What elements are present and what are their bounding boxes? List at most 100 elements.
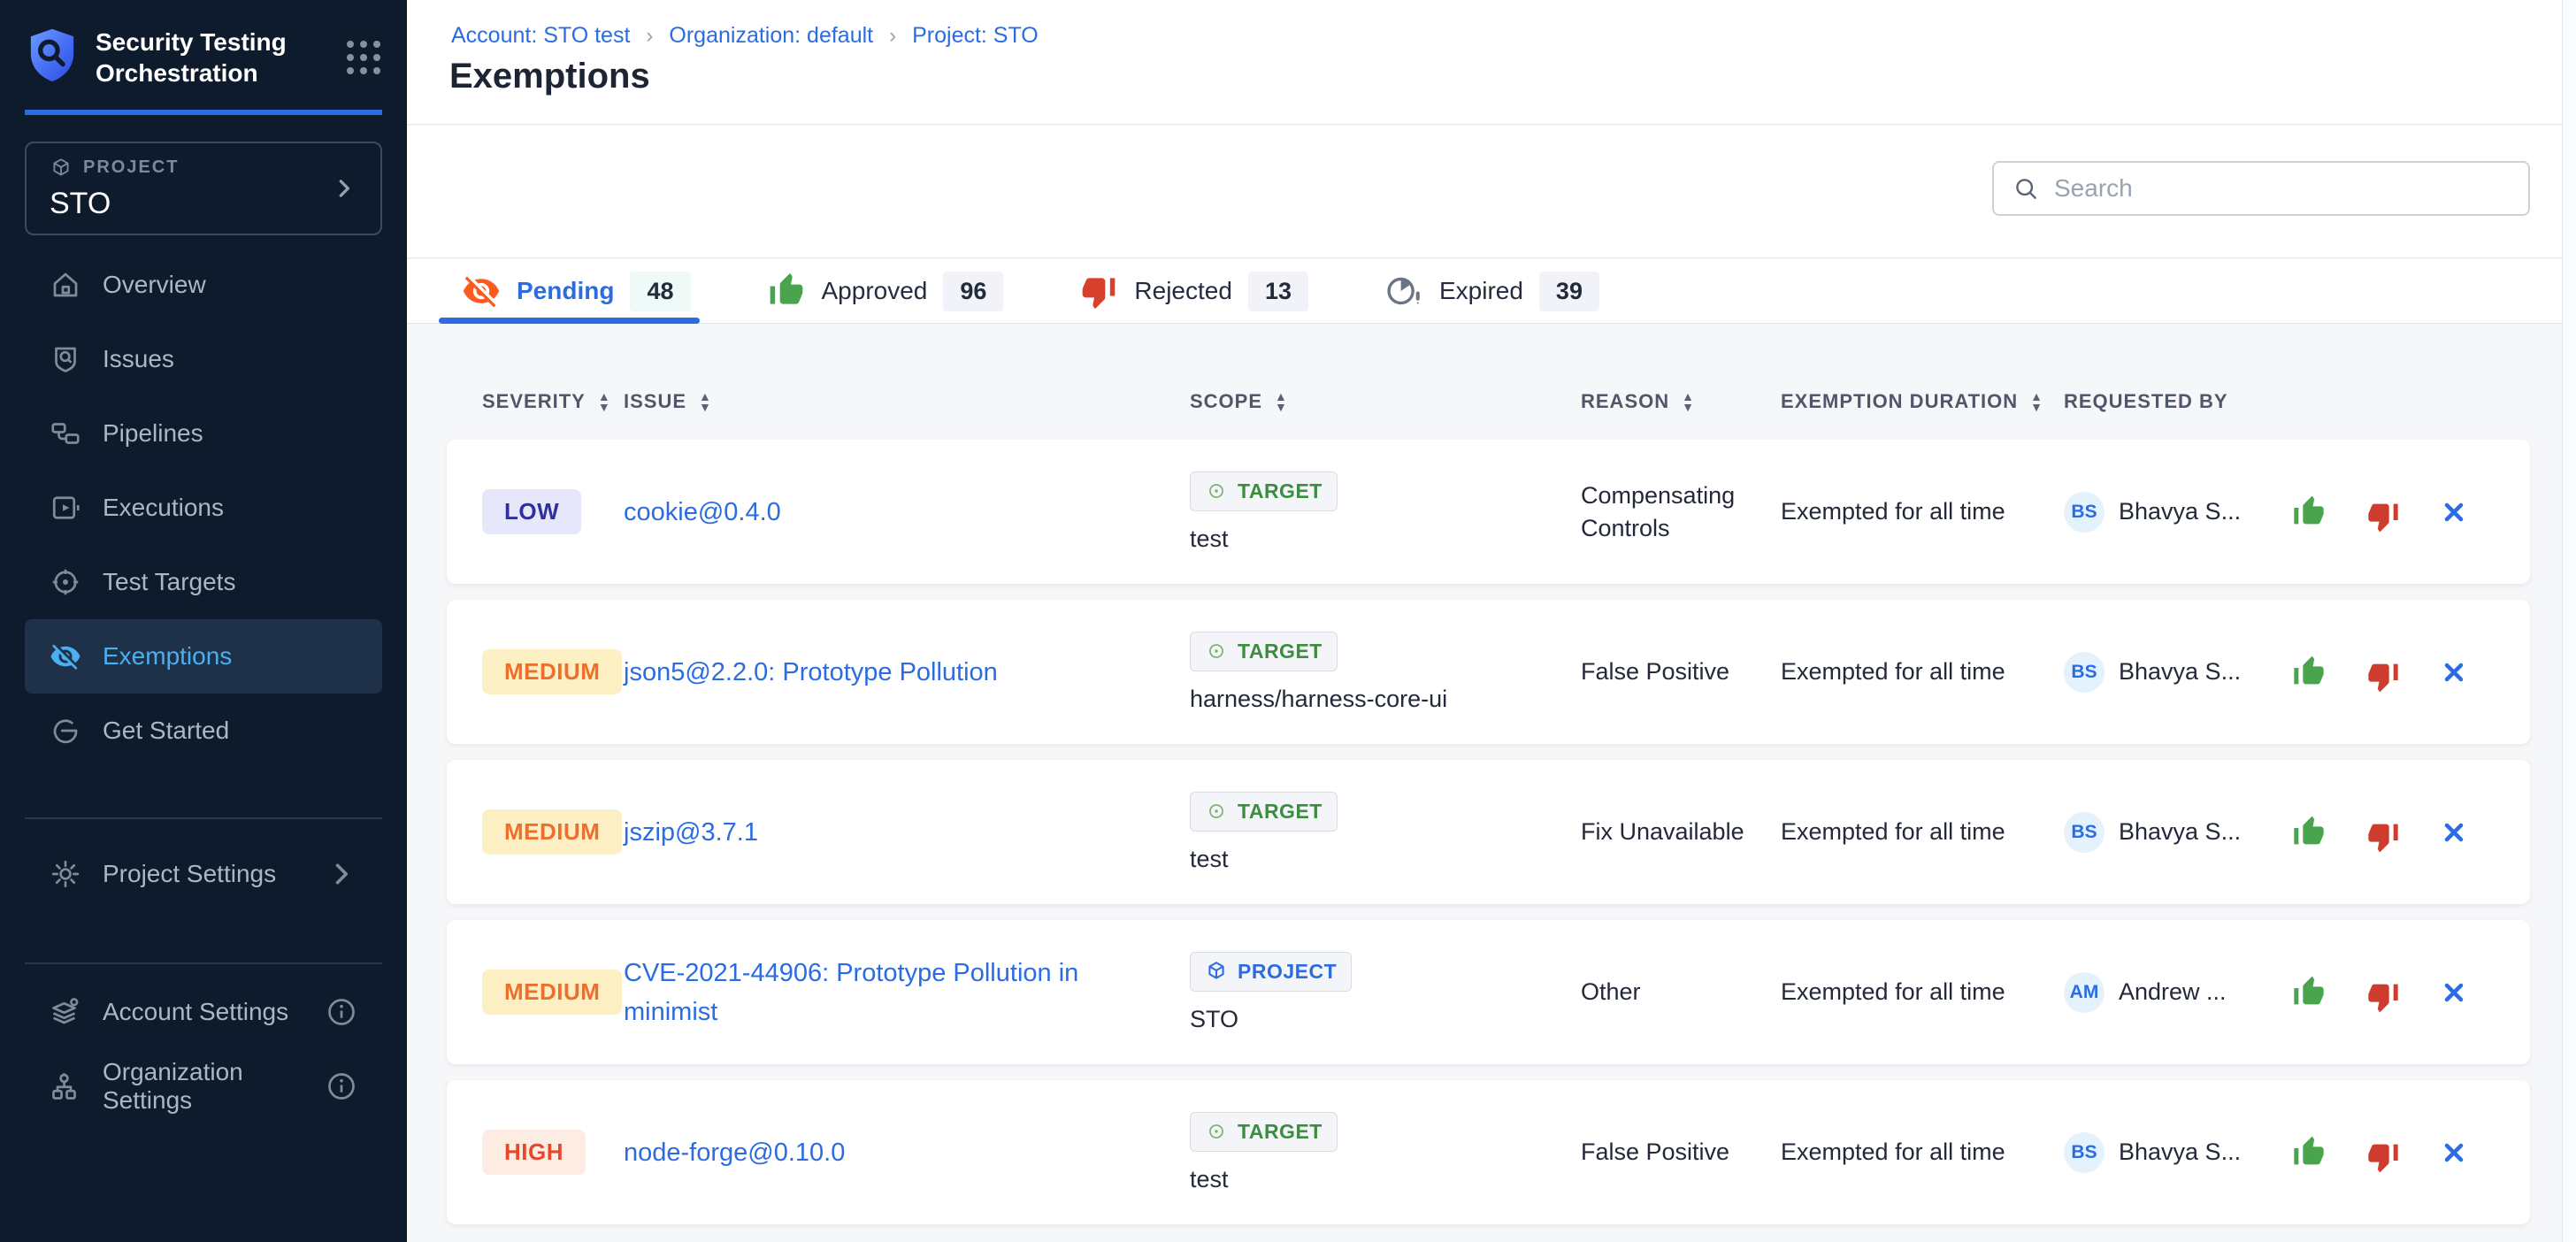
table-row[interactable]: MEDIUM CVE-2021-44906: Prototype Polluti…	[447, 920, 2530, 1064]
tab-pending[interactable]: Pending 48	[462, 259, 691, 323]
clock-alert-icon	[1384, 272, 1423, 310]
cancel-button[interactable]	[2440, 1138, 2468, 1167]
column-header-scope[interactable]: SCOPE▲▼	[1190, 390, 1581, 413]
column-header-reason[interactable]: REASON▲▼	[1581, 390, 1781, 413]
sidebar-item-project-settings[interactable]: Project Settings	[25, 837, 382, 911]
duration-text: Exempted for all time	[1781, 978, 2064, 1006]
cancel-button[interactable]	[2440, 498, 2468, 526]
avatar: AM	[2064, 972, 2104, 1013]
avatar: BS	[2064, 652, 2104, 693]
project-selector[interactable]: PROJECT STO	[25, 142, 382, 235]
scope-badge: TARGET	[1190, 792, 1338, 832]
reject-button[interactable]	[2365, 818, 2401, 854]
thumbs-down-icon	[2365, 1138, 2401, 1174]
requested-by-name: Bhavya S...	[2119, 498, 2241, 525]
sidebar-item-organization-settings[interactable]: Organization Settings	[25, 1049, 382, 1123]
sidebar-item-get-started[interactable]: Get Started	[25, 694, 382, 768]
severity-badge: MEDIUM	[482, 970, 622, 1015]
target-icon	[1205, 640, 1228, 663]
sidebar-item-exemptions[interactable]: Exemptions	[25, 619, 382, 694]
thumbs-down-icon	[2365, 658, 2401, 694]
issue-link[interactable]: jszip@3.7.1	[624, 818, 794, 847]
search-input[interactable]	[2054, 174, 2511, 203]
avatar: BS	[2064, 492, 2104, 533]
duration-text: Exempted for all time	[1781, 1138, 2064, 1166]
search-box[interactable]	[1992, 161, 2530, 216]
page-title: Exemptions	[449, 57, 650, 96]
cancel-button[interactable]	[2440, 818, 2468, 847]
issue-link[interactable]: json5@2.2.0: Prototype Pollution	[624, 658, 1033, 686]
info-icon[interactable]	[326, 996, 357, 1028]
scope-badge: TARGET	[1190, 472, 1338, 511]
column-header-severity[interactable]: SEVERITY▲▼	[482, 390, 624, 413]
app-switcher-grid-icon[interactable]	[347, 41, 380, 74]
requested-by-cell: BS Bhavya S...	[2064, 492, 2291, 533]
vertical-scrollbar[interactable]	[2562, 0, 2576, 1242]
sidebar-item-pipelines[interactable]: Pipelines	[25, 396, 382, 471]
thumbs-up-icon	[2291, 655, 2327, 690]
close-icon	[2440, 818, 2468, 847]
sort-icon[interactable]: ▲▼	[2030, 391, 2043, 412]
cancel-button[interactable]	[2440, 658, 2468, 686]
sort-icon[interactable]: ▲▼	[1275, 391, 1288, 412]
tab-expired[interactable]: Expired 39	[1384, 259, 1599, 323]
scope-name: test	[1190, 1166, 1229, 1193]
sidebar-item-account-settings[interactable]: Account Settings	[25, 975, 382, 1049]
requested-by-cell: BS Bhavya S...	[2064, 652, 2291, 693]
reject-button[interactable]	[2365, 978, 2401, 1014]
scope-badge: PROJECT	[1190, 952, 1352, 992]
tab-approved[interactable]: Approved 96	[767, 259, 1004, 323]
sidebar-item-overview[interactable]: Overview	[25, 248, 382, 322]
project-cube-icon	[50, 157, 73, 180]
close-icon	[2440, 498, 2468, 526]
sidebar-item-label: Organization Settings	[103, 1058, 304, 1115]
table-row[interactable]: MEDIUM json5@2.2.0: Prototype Pollution …	[447, 600, 2530, 744]
scope-type-label: TARGET	[1238, 640, 1322, 663]
scope-name: test	[1190, 846, 1229, 873]
reject-button[interactable]	[2365, 658, 2401, 694]
row-actions	[2291, 975, 2477, 1010]
breadcrumb-organization-link[interactable]: Organization: default	[669, 23, 873, 49]
column-header-exemption-duration[interactable]: EXEMPTION DURATION▲▼	[1781, 390, 2064, 413]
table-row[interactable]: HIGH node-forge@0.10.0 TARGET test False…	[447, 1080, 2530, 1224]
issue-link[interactable]: CVE-2021-44906: Prototype Pollution in m…	[624, 959, 1078, 1026]
approve-button[interactable]	[2291, 655, 2327, 690]
project-selector-label: PROJECT	[83, 157, 179, 178]
main-content: Account: STO test › Organization: defaul…	[407, 0, 2576, 1242]
table-row[interactable]: MEDIUM jszip@3.7.1 TARGET test Fix Unava…	[447, 760, 2530, 904]
requested-by-name: Bhavya S...	[2119, 818, 2241, 846]
search-icon	[2012, 174, 2040, 203]
thumbs-up-icon	[2291, 815, 2327, 850]
sidebar-item-executions[interactable]: Executions	[25, 471, 382, 545]
approve-button[interactable]	[2291, 494, 2327, 530]
requested-by-name: Bhavya S...	[2119, 658, 2241, 686]
sort-icon[interactable]: ▲▼	[699, 391, 712, 412]
breadcrumb-account-link[interactable]: Account: STO test	[451, 23, 630, 49]
sort-icon[interactable]: ▲▼	[1682, 391, 1695, 412]
info-icon[interactable]	[326, 1070, 357, 1102]
thumbs-down-icon	[2365, 978, 2401, 1014]
approve-button[interactable]	[2291, 815, 2327, 850]
scope-type-label: TARGET	[1238, 800, 1322, 824]
column-header-issue[interactable]: ISSUE▲▼	[624, 390, 1190, 413]
approve-button[interactable]	[2291, 1135, 2327, 1170]
sidebar-item-issues[interactable]: Issues	[25, 322, 382, 396]
approve-button[interactable]	[2291, 975, 2327, 1010]
table-row[interactable]: LOW cookie@0.4.0 TARGET test Compensatin…	[447, 440, 2530, 584]
breadcrumb-project-link[interactable]: Project: STO	[912, 23, 1039, 49]
sort-icon[interactable]: ▲▼	[598, 391, 611, 412]
chevron-right-icon	[331, 175, 357, 202]
reason-text: Compensating Controls	[1581, 479, 1781, 545]
reject-button[interactable]	[2365, 1138, 2401, 1174]
sidebar-item-test-targets[interactable]: Test Targets	[25, 545, 382, 619]
sidebar-item-label: Account Settings	[103, 998, 288, 1026]
issue-link[interactable]: node-forge@0.10.0	[624, 1138, 880, 1167]
cancel-button[interactable]	[2440, 978, 2468, 1007]
scope-cell: TARGET test	[1190, 472, 1581, 553]
thumbs-up-icon	[767, 272, 806, 310]
reject-button[interactable]	[2365, 498, 2401, 533]
table-header-row: SEVERITY▲▼ ISSUE▲▼ SCOPE▲▼ REASON▲▼ EXEM…	[447, 390, 2530, 413]
sidebar-divider	[25, 962, 382, 964]
tab-rejected[interactable]: Rejected 13	[1079, 259, 1308, 323]
issue-link[interactable]: cookie@0.4.0	[624, 498, 816, 526]
